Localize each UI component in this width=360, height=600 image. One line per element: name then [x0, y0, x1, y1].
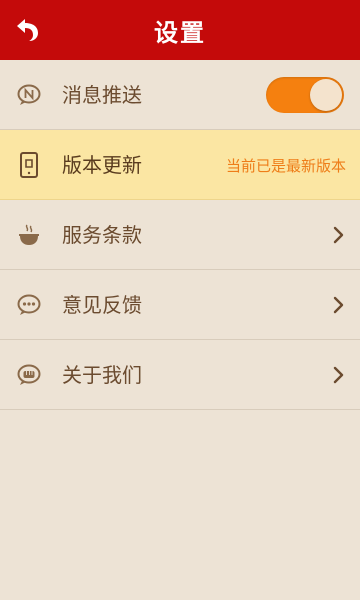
setting-terms-label: 服务条款 — [62, 223, 142, 247]
toggle-knob — [310, 79, 342, 111]
push-toggle[interactable] — [266, 77, 344, 113]
back-button[interactable] — [12, 14, 42, 46]
chevron-right-icon — [333, 366, 344, 384]
setting-about-label: 关于我们 — [62, 363, 142, 387]
setting-terms-row[interactable]: 服务条款 — [0, 200, 360, 270]
page-title: 设置 — [154, 18, 206, 47]
chevron-right-icon — [333, 226, 344, 244]
settings-list: 消息推送 版本更新 当前已是最新版本 服务条款 意见反馈 关于我们 — [0, 60, 360, 410]
setting-update-label: 版本更新 — [62, 153, 142, 177]
chat-bubble-icon — [16, 293, 42, 317]
back-arrow-icon — [17, 19, 38, 41]
setting-push-label: 消息推送 — [62, 83, 142, 107]
phone-update-icon — [16, 152, 42, 178]
fist-icon — [16, 363, 42, 387]
header-bar: 设置 — [0, 0, 360, 60]
chevron-right-icon — [333, 296, 344, 314]
setting-update-row[interactable]: 版本更新 当前已是最新版本 — [0, 130, 360, 200]
update-status-text: 当前已是最新版本 — [225, 157, 346, 175]
setting-about-row[interactable]: 关于我们 — [0, 340, 360, 410]
bowl-icon — [16, 223, 42, 247]
setting-feedback-label: 意见反馈 — [62, 293, 142, 317]
notification-n-icon — [16, 83, 42, 107]
setting-push-row: 消息推送 — [0, 60, 360, 130]
setting-feedback-row[interactable]: 意见反馈 — [0, 270, 360, 340]
